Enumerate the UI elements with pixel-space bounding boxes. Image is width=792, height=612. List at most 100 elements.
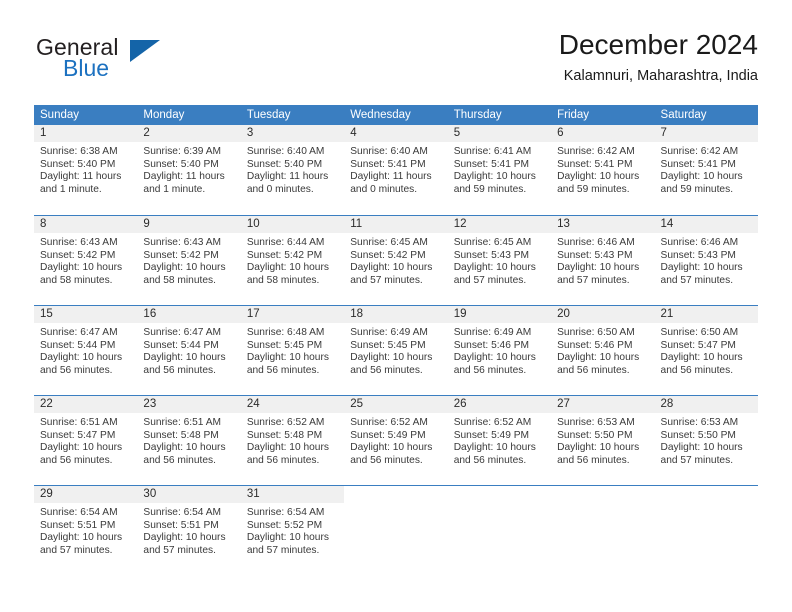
day-number: 28 — [654, 396, 758, 413]
day-details: Sunrise: 6:51 AM Sunset: 5:47 PM Daylight:… — [34, 413, 137, 467]
day-details: Sunrise: 6:41 AM Sunset: 5:41 PM Daylight:… — [448, 142, 551, 196]
sunrise-text: Sunrise: 6:48 AM — [246, 327, 325, 338]
daylight-text: Daylight: 10 hours and 59 minutes. — [557, 171, 640, 195]
day-number: 27 — [551, 396, 655, 413]
daylight-text: Daylight: 10 hours and 57 minutes. — [246, 532, 329, 556]
calendar-day-cell[interactable]: 14 Sunrise: 6:46 AM Sunset: 5:43 PM Dayligh… — [654, 216, 758, 305]
daylight-text: Daylight: 10 hours and 57 minutes. — [350, 262, 433, 286]
calendar-day-cell[interactable]: 20 Sunrise: 6:50 AM Sunset: 5:46 PM Dayligh… — [551, 306, 655, 395]
sunset-text: Sunset: 5:47 PM — [40, 429, 116, 441]
weekday-header-friday: Friday — [557, 109, 590, 121]
calendar-day-cell-empty — [551, 486, 655, 575]
daylight-text: Daylight: 11 hours and 1 minute. — [143, 171, 225, 195]
calendar-week-row: 1 Sunrise: 6:38 AM Sunset: 5:40 PM Daylight… — [34, 125, 758, 215]
day-details: Sunrise: 6:52 AM Sunset: 5:49 PM Daylight:… — [448, 413, 551, 467]
sunrise-text: Sunrise: 6:40 AM — [350, 146, 428, 157]
day-number — [447, 486, 552, 503]
calendar-day-cell[interactable]: 25 Sunrise: 6:52 AM Sunset: 5:49 PM Dayligh… — [344, 396, 448, 485]
daylight-text: Daylight: 10 hours and 56 minutes. — [40, 352, 123, 376]
sunrise-text: Sunrise: 6:45 AM — [453, 237, 532, 248]
sunrise-text: Sunrise: 6:47 AM — [143, 327, 222, 338]
sunset-text: Sunset: 5:41 PM — [350, 158, 426, 170]
sunset-text: Sunset: 5:41 PM — [557, 158, 633, 170]
calendar-day-cell[interactable]: 6 Sunrise: 6:42 AM Sunset: 5:41 PM Daylight… — [551, 125, 655, 215]
sunset-text: Sunset: 5:42 PM — [246, 249, 323, 261]
daylight-text: Daylight: 10 hours and 56 minutes. — [246, 442, 329, 466]
day-number: 5 — [447, 125, 552, 142]
calendar-day-cell[interactable]: 16 Sunrise: 6:47 AM Sunset: 5:44 PM Dayligh… — [137, 306, 241, 395]
day-number: 10 — [240, 216, 345, 233]
calendar-week-row: 29 Sunrise: 6:54 AM Sunset: 5:51 PM Dayligh… — [34, 485, 758, 575]
general-blue-logo[interactable]: General Blue — [34, 34, 244, 90]
calendar-day-cell[interactable]: 30 Sunrise: 6:54 AM Sunset: 5:51 PM Dayligh… — [137, 486, 241, 575]
sunset-text: Sunset: 5:50 PM — [557, 429, 633, 441]
sunset-text: Sunset: 5:41 PM — [660, 158, 736, 170]
daylight-text: Daylight: 10 hours and 56 minutes. — [143, 352, 226, 376]
calendar-day-cell[interactable]: 2 Sunrise: 6:39 AM Sunset: 5:40 PM Daylight… — [137, 125, 241, 215]
day-details: Sunrise: 6:39 AM Sunset: 5:40 PM Daylight:… — [137, 142, 240, 196]
calendar-day-cell[interactable]: 18 Sunrise: 6:49 AM Sunset: 5:45 PM Dayligh… — [344, 306, 448, 395]
sunrise-text: Sunrise: 6:43 AM — [143, 237, 222, 248]
calendar-day-cell[interactable]: 22 Sunrise: 6:51 AM Sunset: 5:47 PM Dayligh… — [34, 396, 138, 485]
daylight-text: Daylight: 10 hours and 56 minutes. — [246, 352, 329, 376]
calendar-day-cell[interactable]: 17 Sunrise: 6:48 AM Sunset: 5:45 PM Dayligh… — [240, 306, 345, 395]
day-number: 14 — [654, 216, 758, 233]
weekday-header-thursday: Thursday — [453, 109, 502, 121]
calendar-day-cell[interactable]: 19 Sunrise: 6:49 AM Sunset: 5:46 PM Dayligh… — [447, 306, 552, 395]
day-details: Sunrise: 6:54 AM Sunset: 5:52 PM Daylight:… — [241, 503, 344, 557]
calendar-week-row: 8 Sunrise: 6:43 AM Sunset: 5:42 PM Daylight… — [34, 215, 758, 305]
calendar-day-cell[interactable]: 31 Sunrise: 6:54 AM Sunset: 5:52 PM Dayligh… — [240, 486, 345, 575]
calendar-day-cell[interactable]: 10 Sunrise: 6:44 AM Sunset: 5:42 PM Dayligh… — [240, 216, 345, 305]
day-number: 1 — [34, 125, 138, 142]
calendar-day-cell[interactable]: 11 Sunrise: 6:45 AM Sunset: 5:42 PM Dayligh… — [344, 216, 448, 305]
calendar-day-cell-empty — [447, 486, 552, 575]
calendar-day-cell[interactable]: 27 Sunrise: 6:53 AM Sunset: 5:50 PM Dayligh… — [551, 396, 655, 485]
calendar-day-cell[interactable]: 5 Sunrise: 6:41 AM Sunset: 5:41 PM Daylight… — [447, 125, 552, 215]
day-details: Sunrise: 6:52 AM Sunset: 5:49 PM Daylight:… — [344, 413, 447, 467]
calendar-day-cell[interactable]: 24 Sunrise: 6:52 AM Sunset: 5:48 PM Dayligh… — [240, 396, 345, 485]
day-details: Sunrise: 6:38 AM Sunset: 5:40 PM Daylight:… — [34, 142, 137, 196]
sunrise-text: Sunrise: 6:50 AM — [557, 327, 635, 338]
daylight-text: Daylight: 10 hours and 56 minutes. — [660, 352, 743, 376]
calendar-day-cell[interactable]: 26 Sunrise: 6:52 AM Sunset: 5:49 PM Dayligh… — [447, 396, 552, 485]
sunrise-text: Sunrise: 6:54 AM — [246, 507, 325, 518]
day-number: 12 — [447, 216, 552, 233]
day-number — [551, 486, 655, 503]
calendar-day-cell[interactable]: 15 Sunrise: 6:47 AM Sunset: 5:44 PM Dayligh… — [34, 306, 138, 395]
sunset-text: Sunset: 5:43 PM — [557, 249, 633, 261]
sunrise-text: Sunrise: 6:47 AM — [40, 327, 118, 338]
day-number: 3 — [240, 125, 345, 142]
sunrise-text: Sunrise: 6:38 AM — [40, 146, 118, 157]
calendar-day-cell[interactable]: 29 Sunrise: 6:54 AM Sunset: 5:51 PM Dayligh… — [34, 486, 138, 575]
daylight-text: Daylight: 10 hours and 59 minutes. — [660, 171, 743, 195]
day-number: 13 — [551, 216, 655, 233]
calendar-day-cell[interactable]: 4 Sunrise: 6:40 AM Sunset: 5:41 PM Daylight… — [344, 125, 448, 215]
calendar-day-cell[interactable]: 12 Sunrise: 6:45 AM Sunset: 5:43 PM Dayligh… — [447, 216, 552, 305]
calendar-day-cell[interactable]: 9 Sunrise: 6:43 AM Sunset: 5:42 PM Daylight… — [137, 216, 241, 305]
daylight-text: Daylight: 10 hours and 59 minutes. — [453, 171, 536, 195]
calendar-day-cell[interactable]: 3 Sunrise: 6:40 AM Sunset: 5:40 PM Daylight… — [240, 125, 345, 215]
weekday-header-monday: Monday — [143, 109, 185, 121]
day-details: Sunrise: 6:54 AM Sunset: 5:51 PM Daylight:… — [34, 503, 137, 557]
day-number: 30 — [137, 486, 241, 503]
sunset-text: Sunset: 5:48 PM — [143, 429, 219, 441]
calendar-day-cell[interactable]: 28 Sunrise: 6:53 AM Sunset: 5:50 PM Dayligh… — [654, 396, 758, 485]
calendar-day-cell[interactable]: 13 Sunrise: 6:46 AM Sunset: 5:43 PM Dayligh… — [551, 216, 655, 305]
calendar-day-cell[interactable]: 8 Sunrise: 6:43 AM Sunset: 5:42 PM Daylight… — [34, 216, 138, 305]
day-details: Sunrise: 6:44 AM Sunset: 5:42 PM Daylight:… — [241, 233, 344, 287]
day-details: Sunrise: 6:51 AM Sunset: 5:48 PM Daylight:… — [137, 413, 240, 467]
sunset-text: Sunset: 5:44 PM — [143, 339, 219, 351]
sunrise-text: Sunrise: 6:44 AM — [246, 237, 325, 248]
calendar-day-cell[interactable]: 7 Sunrise: 6:42 AM Sunset: 5:41 PM Daylight… — [654, 125, 758, 215]
day-details: Sunrise: 6:52 AM Sunset: 5:48 PM Daylight:… — [241, 413, 344, 467]
calendar-day-cell[interactable]: 1 Sunrise: 6:38 AM Sunset: 5:40 PM Daylight… — [34, 125, 138, 215]
triangle-icon — [130, 40, 160, 62]
calendar-day-cell[interactable]: 23 Sunrise: 6:51 AM Sunset: 5:48 PM Dayligh… — [137, 396, 241, 485]
calendar-page: General Blue December 2024 Kalamnuri, Ma… — [0, 0, 792, 612]
sunrise-text: Sunrise: 6:41 AM — [453, 146, 532, 157]
daylight-text: Daylight: 10 hours and 58 minutes. — [143, 262, 226, 286]
calendar-day-cell[interactable]: 21 Sunrise: 6:50 AM Sunset: 5:47 PM Dayligh… — [654, 306, 758, 395]
day-number: 29 — [34, 486, 138, 503]
day-number: 11 — [344, 216, 448, 233]
daylight-text: Daylight: 10 hours and 56 minutes. — [143, 442, 226, 466]
